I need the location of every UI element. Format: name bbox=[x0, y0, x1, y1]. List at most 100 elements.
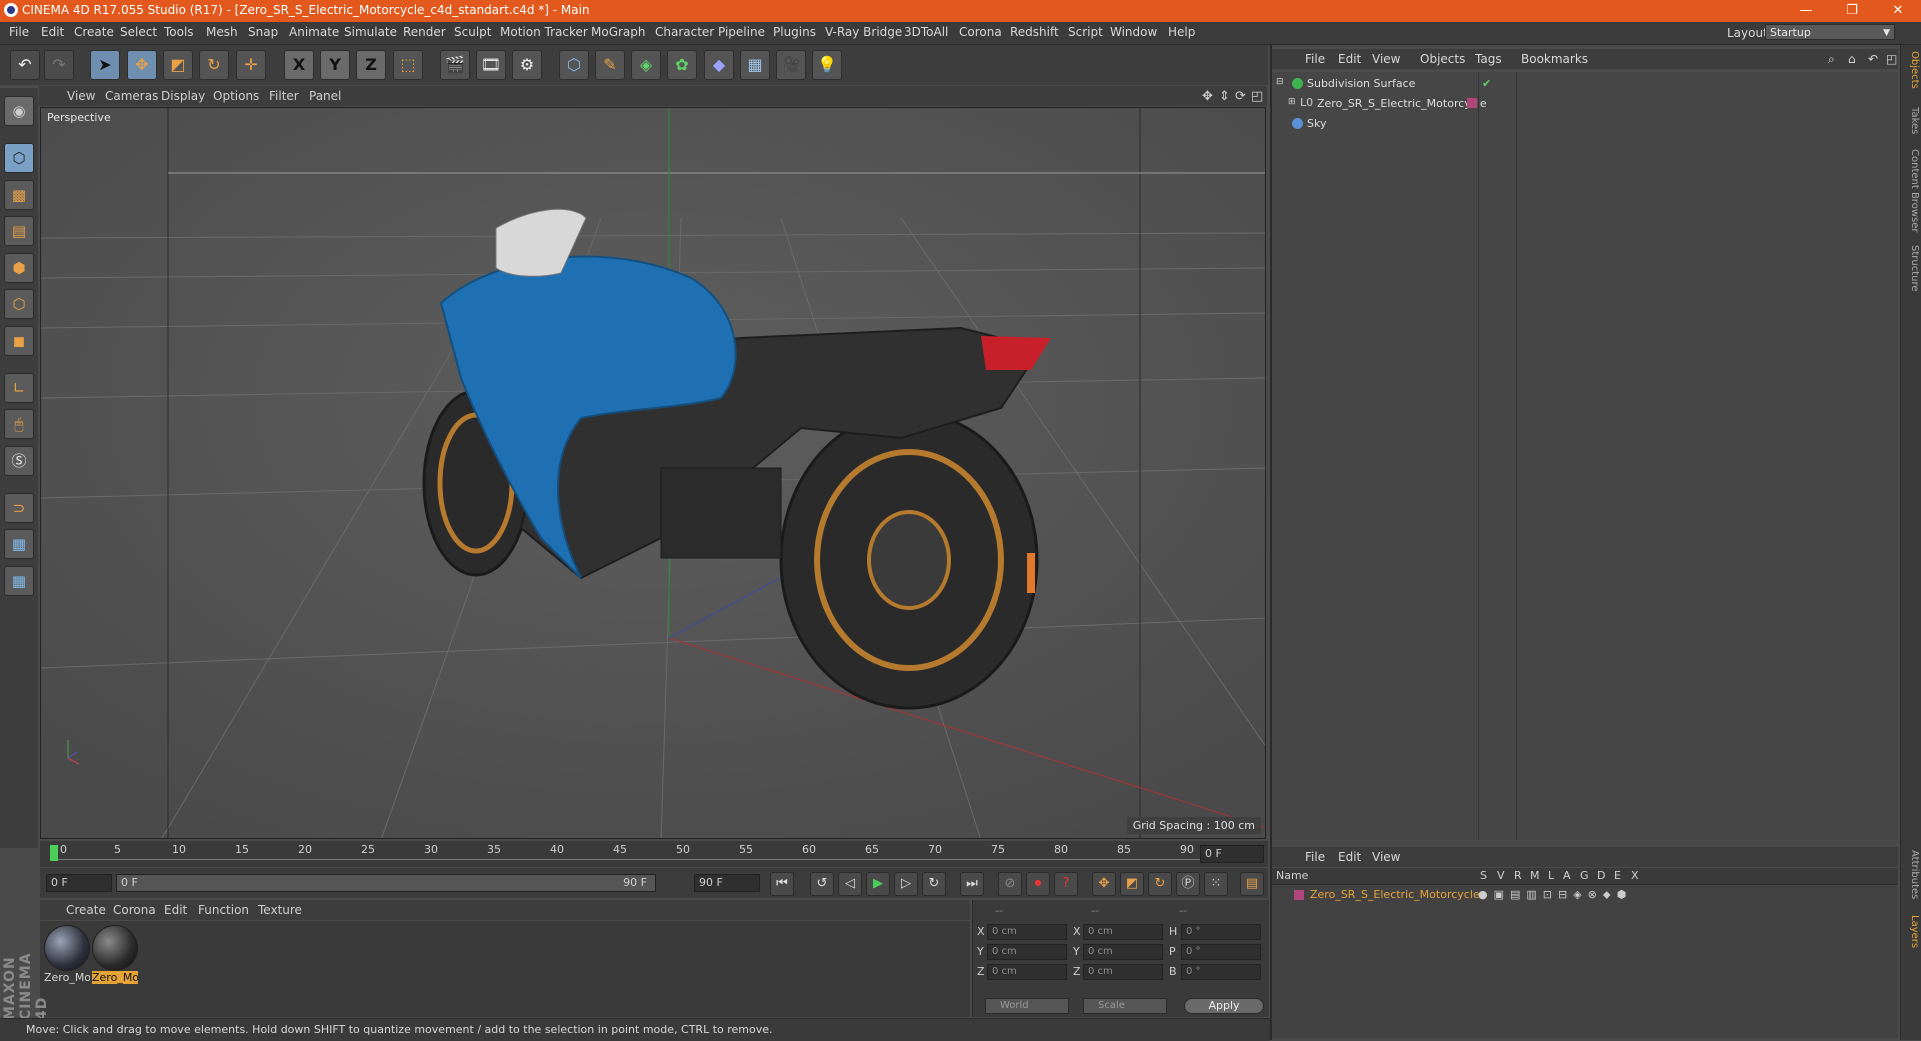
object-row[interactable]: Sky bbox=[1272, 114, 1898, 134]
maximize-panel-icon[interactable]: ◰ bbox=[1886, 52, 1897, 66]
menu-window[interactable]: Window bbox=[1110, 25, 1157, 39]
layer-menu-edit[interactable]: Edit bbox=[1338, 850, 1361, 864]
z-axis-button[interactable]: Z bbox=[356, 50, 386, 80]
minimize-button[interactable]: — bbox=[1783, 0, 1829, 22]
home-icon[interactable]: ⌂ bbox=[1848, 52, 1856, 66]
live-selection-button[interactable]: ➤ bbox=[90, 50, 120, 80]
deformer-button[interactable]: ◆ bbox=[704, 50, 734, 80]
material-menu-function[interactable]: Function bbox=[198, 903, 249, 917]
timeline-ruler[interactable]: 0 5 10 15 20 25 30 35 40 45 50 55 60 65 … bbox=[40, 841, 1268, 867]
cloner-button[interactable]: ✿ bbox=[667, 50, 697, 80]
workplane-mode-button[interactable]: ▤ bbox=[4, 216, 34, 246]
texture-mode-button[interactable]: ▩ bbox=[4, 180, 34, 210]
restore-button[interactable]: ❐ bbox=[1829, 0, 1875, 22]
parameter-key-button[interactable]: Ⓟ bbox=[1176, 872, 1200, 896]
goto-end-button[interactable]: ⏭ bbox=[960, 872, 984, 896]
menu-mesh[interactable]: Mesh bbox=[206, 25, 238, 39]
menu-corona[interactable]: Corona bbox=[959, 25, 1002, 39]
viewport-menu-filter[interactable]: Filter bbox=[269, 89, 299, 103]
menu-create[interactable]: Create bbox=[74, 25, 114, 39]
tab-layers[interactable]: Layers bbox=[1903, 915, 1920, 948]
tab-attributes[interactable]: Attributes bbox=[1903, 850, 1920, 899]
material-menu-edit[interactable]: Edit bbox=[164, 903, 187, 917]
subdivision-surface-button[interactable]: ◈ bbox=[631, 50, 661, 80]
viewport-menu-panel[interactable]: Panel bbox=[309, 89, 341, 103]
material-menu-corona[interactable]: Corona bbox=[113, 903, 156, 917]
render-to-picture-viewer-button[interactable]: 🎞 bbox=[476, 50, 506, 80]
tweak-mode-button[interactable]: 🖱 bbox=[4, 409, 34, 439]
render-settings-button[interactable]: ⚙ bbox=[512, 50, 542, 80]
position-y-field[interactable]: 0 cm bbox=[987, 944, 1067, 960]
spline-pen-button[interactable]: ✎ bbox=[595, 50, 625, 80]
start-frame-field[interactable]: 0 F bbox=[46, 874, 112, 892]
move-tool-button[interactable]: ✥ bbox=[127, 50, 157, 80]
current-frame-field[interactable]: 0 F bbox=[1200, 845, 1264, 863]
menu-render[interactable]: Render bbox=[403, 25, 446, 39]
position-z-field[interactable]: 0 cm bbox=[987, 964, 1067, 980]
menu-script[interactable]: Script bbox=[1068, 25, 1103, 39]
cube-object-button[interactable]: ⬡ bbox=[559, 50, 589, 80]
expand-icon[interactable]: ⊞ bbox=[1288, 97, 1296, 107]
expand-icon[interactable]: ⊟ bbox=[1276, 77, 1284, 87]
object-name[interactable]: Sky bbox=[1307, 117, 1326, 130]
apply-button[interactable]: Apply bbox=[1184, 998, 1264, 1014]
undo-button[interactable]: ↶ bbox=[10, 50, 40, 80]
rotate-tool-button[interactable]: ↻ bbox=[199, 50, 229, 80]
goto-start-button[interactable]: ⏮ bbox=[770, 872, 794, 896]
menu-vray-bridge[interactable]: V-Ray Bridge bbox=[825, 25, 902, 39]
tab-structure[interactable]: Structure bbox=[1903, 245, 1920, 292]
layer-color-swatch[interactable] bbox=[1467, 98, 1477, 108]
play-button[interactable]: ▶ bbox=[866, 872, 890, 896]
viewport-menu-view[interactable]: View bbox=[67, 89, 95, 103]
object-menu-view[interactable]: View bbox=[1372, 52, 1400, 66]
prev-key-button[interactable]: ↺ bbox=[810, 872, 834, 896]
y-axis-button[interactable]: Y bbox=[320, 50, 350, 80]
keyframe-selection-button[interactable]: ? bbox=[1054, 872, 1078, 896]
object-name[interactable]: Zero_SR_S_Electric_Motorcycle bbox=[1317, 97, 1487, 110]
back-icon[interactable]: ↶ bbox=[1868, 52, 1878, 66]
dolly-view-icon[interactable]: ⇕ bbox=[1219, 89, 1230, 104]
menu-snap[interactable]: Snap bbox=[248, 25, 278, 39]
coordinate-space-select[interactable]: World bbox=[985, 998, 1069, 1014]
layer-menu-view[interactable]: View bbox=[1372, 850, 1400, 864]
end-frame-field[interactable]: 90 F bbox=[694, 874, 760, 892]
object-row[interactable]: ⊟ Subdivision Surface ✔ bbox=[1272, 74, 1898, 94]
next-frame-button[interactable]: ▷ bbox=[894, 872, 918, 896]
object-menu-tags[interactable]: Tags bbox=[1475, 52, 1502, 66]
render-view-button[interactable]: 🎬 bbox=[440, 50, 470, 80]
camera-button[interactable]: 🎥 bbox=[776, 50, 806, 80]
pan-view-icon[interactable]: ✥ bbox=[1202, 89, 1213, 104]
size-x-field[interactable]: 0 cm bbox=[1083, 924, 1163, 940]
material-menu-texture[interactable]: Texture bbox=[258, 903, 302, 917]
size-mode-select[interactable]: Scale bbox=[1083, 998, 1167, 1014]
menu-simulate[interactable]: Simulate bbox=[344, 25, 397, 39]
menu-file[interactable]: File bbox=[9, 25, 29, 39]
layer-row[interactable]: Zero_SR_S_Electric_Motorcycle ●▣▤▥⊡⊟◈⊗⬥⬢ bbox=[1272, 886, 1898, 904]
x-axis-button[interactable]: X bbox=[284, 50, 314, 80]
material-swatch[interactable]: Zero_Mo bbox=[44, 925, 90, 984]
prev-frame-button[interactable]: ◁ bbox=[838, 872, 862, 896]
planar-workplane-button[interactable]: ▦ bbox=[4, 566, 34, 596]
rotation-key-button[interactable]: ↻ bbox=[1148, 872, 1172, 896]
menu-pipeline[interactable]: Pipeline bbox=[718, 25, 765, 39]
edges-mode-button[interactable]: ⬡ bbox=[4, 289, 34, 319]
menu-redshift[interactable]: Redshift bbox=[1010, 25, 1059, 39]
model-mode-button[interactable]: ⬡ bbox=[4, 143, 34, 173]
menu-3dtoall[interactable]: 3DToAll bbox=[904, 25, 948, 39]
autokey-button[interactable]: ⏺ bbox=[1026, 872, 1050, 896]
layer-color-swatch[interactable] bbox=[1294, 890, 1304, 900]
lock-workplane-button[interactable]: ▦ bbox=[4, 529, 34, 559]
timeline-playhead[interactable] bbox=[50, 845, 58, 861]
object-menu-edit[interactable]: Edit bbox=[1338, 52, 1361, 66]
polygons-mode-button[interactable]: ◼ bbox=[4, 326, 34, 356]
magnet-button[interactable]: ⊃ bbox=[4, 493, 34, 523]
make-editable-button[interactable]: ◉ bbox=[4, 96, 34, 126]
viewport-menu-options[interactable]: Options bbox=[213, 89, 259, 103]
object-name[interactable]: Subdivision Surface bbox=[1307, 77, 1415, 90]
menu-motion-tracker[interactable]: Motion Tracker bbox=[500, 25, 588, 39]
object-menu-bookmarks[interactable]: Bookmarks bbox=[1521, 52, 1588, 66]
transform-tool-button[interactable]: ✛ bbox=[236, 50, 266, 80]
menu-animate[interactable]: Animate bbox=[289, 25, 339, 39]
material-menu-create[interactable]: Create bbox=[66, 903, 106, 917]
object-row[interactable]: ⊞ L0 Zero_SR_S_Electric_Motorcycle bbox=[1272, 94, 1898, 114]
